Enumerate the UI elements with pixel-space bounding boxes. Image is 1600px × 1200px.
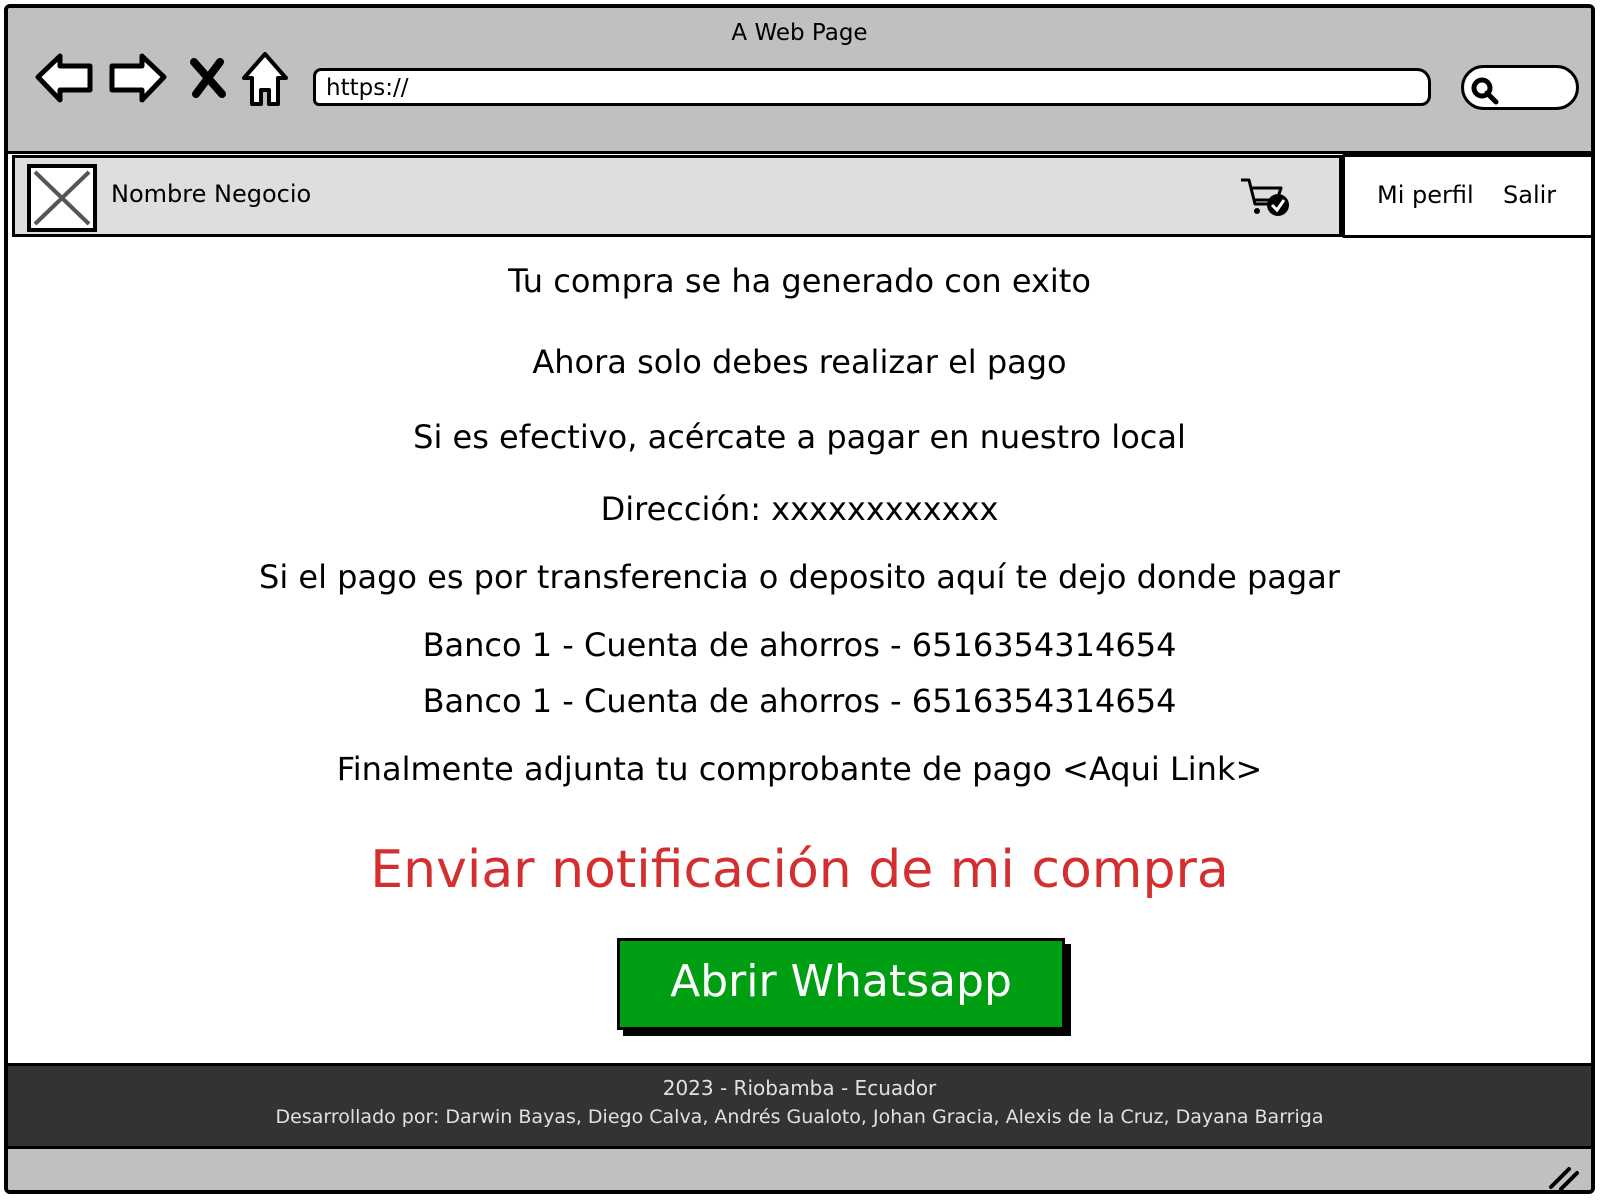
browser-window: A Web Page https:// Nombre Negocio Mi pe… — [4, 4, 1595, 1194]
forward-arrow-icon[interactable] — [106, 50, 168, 104]
cart-check-icon[interactable] — [1237, 174, 1289, 218]
window-title: A Web Page — [731, 20, 868, 46]
footer-location: 2023 - Riobamba - Ecuador — [662, 1076, 937, 1100]
notify-heading: Enviar notificación de mi compra — [370, 840, 1229, 900]
transfer-instruction: Si el pago es por transferencia o deposi… — [259, 558, 1340, 596]
menu-logout[interactable]: Salir — [1503, 181, 1556, 209]
back-arrow-icon[interactable] — [34, 50, 96, 104]
footer: 2023 - Riobamba - Ecuador Desarrollado p… — [8, 1063, 1591, 1149]
bank-account-1: Banco 1 - Cuenta de ahorros - 6516354314… — [422, 626, 1177, 664]
footer-credits: Desarrollado por: Darwin Bayas, Diego Ca… — [275, 1106, 1324, 1128]
business-name: Nombre Negocio — [111, 180, 312, 208]
store-address: Dirección: xxxxxxxxxxxx — [600, 490, 999, 528]
close-x-icon[interactable] — [188, 58, 228, 98]
browser-search-field[interactable] — [1461, 65, 1579, 110]
url-bar[interactable]: https:// — [313, 68, 1431, 106]
resize-grip-icon[interactable] — [1547, 1165, 1581, 1191]
search-icon — [1471, 77, 1499, 105]
cash-instruction: Si es efectivo, acércate a pagar en nues… — [413, 418, 1186, 456]
success-message: Tu compra se ha generado con exito — [508, 262, 1091, 300]
status-bar — [8, 1149, 1591, 1191]
bank-account-2: Banco 1 - Cuenta de ahorros - 6516354314… — [422, 682, 1177, 720]
attach-receipt-link[interactable]: Finalmente adjunta tu comprobante de pag… — [8, 750, 1591, 788]
logo-placeholder-icon — [27, 164, 97, 232]
user-menu: Mi perfil Salir — [1342, 154, 1591, 238]
menu-my-profile[interactable]: Mi perfil — [1377, 181, 1474, 209]
app-navbar: Nombre Negocio — [12, 155, 1342, 237]
home-icon[interactable] — [240, 50, 290, 110]
browser-chrome: A Web Page https:// — [8, 8, 1591, 154]
payment-instruction: Ahora solo debes realizar el pago — [532, 343, 1067, 381]
open-whatsapp-button[interactable]: Abrir Whatsapp — [617, 938, 1065, 1030]
